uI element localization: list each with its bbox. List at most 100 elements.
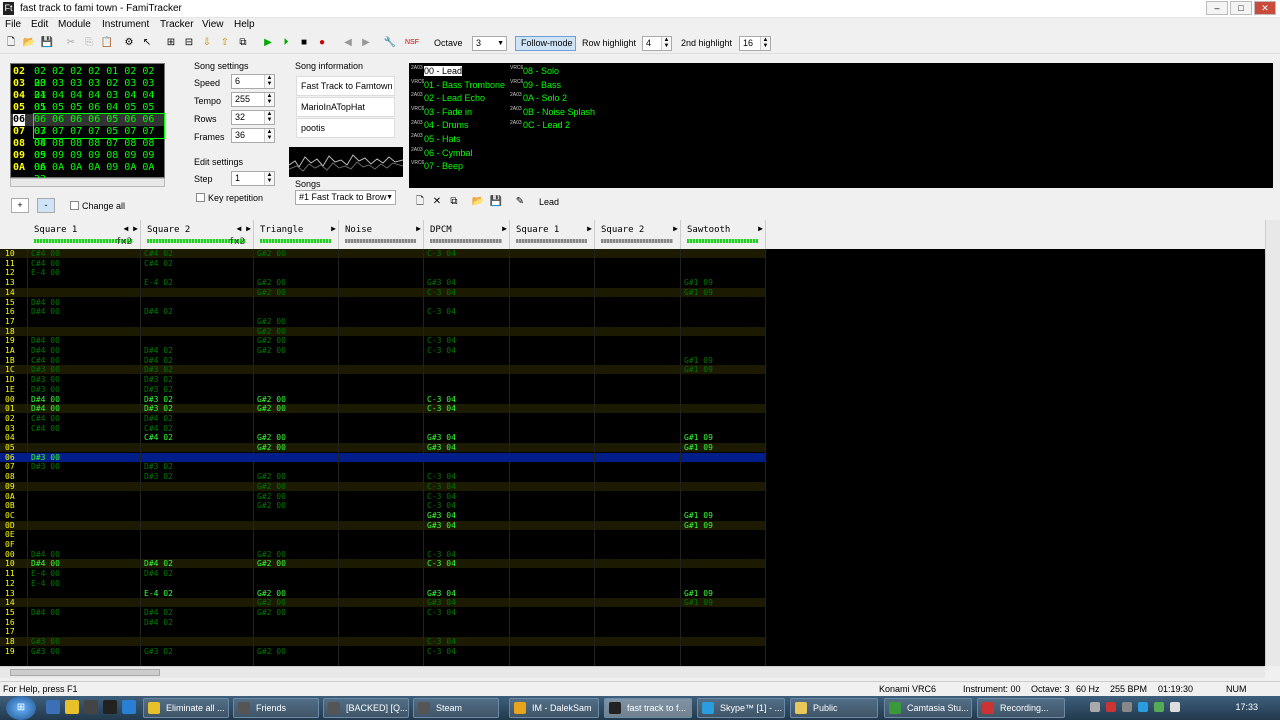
step-spinner[interactable]: 1 ▲ ▼ [231,171,275,186]
pattern-cell[interactable]: C-3 04 [427,501,456,510]
pattern-cell[interactable]: C-3 04 [427,608,456,617]
pattern-cell[interactable]: D#3 00 [31,453,60,462]
pattern-rows[interactable]: 10 C#4 00 C#4 02 G#2 00 C-3 04 11 C#4 00 C#4 02… [0,249,1265,666]
previous-song-icon[interactable]: ◀ [341,36,355,50]
pattern-row[interactable]: 1B C#4 00 D#4 02 G#1 09 [0,356,766,365]
channel-header-item[interactable]: Square 1 ◀ ▶ fx2 [28,220,141,249]
pattern-cell[interactable]: G#2 00 [257,346,286,355]
pattern-cell[interactable]: E-4 00 [31,579,60,588]
pattern-cell[interactable]: C-3 04 [427,472,456,481]
channel-header-item[interactable]: DPCM ▶ [424,220,510,249]
settings-icon[interactable]: 🔧 [383,36,397,50]
pattern-cell[interactable]: C#4 02 [144,424,173,433]
key-repetition-checkbox[interactable] [196,193,205,202]
taskbar-item[interactable]: Recording... [977,698,1065,718]
edit-instrument-icon[interactable]: ✎ [513,195,527,209]
expand-effects-icon[interactable]: ▶ [673,224,678,233]
pattern-cell[interactable]: G#2 00 [257,278,286,287]
instrument-item[interactable]: VRC609 - Bass [510,79,561,91]
frame-row[interactable]: 06 06 06 06 06 05 06 06 03 [11,113,165,139]
pattern-cell[interactable]: C-3 04 [427,637,456,646]
pattern-cell[interactable]: C-3 04 [427,395,456,404]
pattern-cell[interactable]: G#1 09 [684,598,713,607]
pattern-cell[interactable]: G#3 04 [427,589,456,598]
expand-effects-icon[interactable]: ◀ ▶ [124,224,138,233]
pattern-cell[interactable]: G#3 00 [31,647,60,656]
pattern-cell[interactable]: G#2 00 [257,559,286,568]
song-artist-field[interactable]: MarioInATopHat [296,97,395,117]
cut-icon[interactable]: ✂ [64,36,78,50]
frame-row[interactable]: 09 09 09 09 09 08 09 09 06 [11,150,164,173]
taskbar-item[interactable]: Friends [233,698,319,718]
pattern-cell[interactable]: D#3 02 [144,472,173,481]
load-instrument-icon[interactable]: 📂 [471,195,485,209]
instrument-name-field[interactable]: Lead [535,193,1273,211]
channel-header-item[interactable]: Square 2 ▶ [595,220,681,249]
pattern-cell[interactable]: G#3 04 [427,443,456,452]
pattern-cell[interactable]: G#1 09 [684,278,713,287]
pattern-cell[interactable]: G#2 00 [257,288,286,297]
add-frame-button[interactable]: + [11,198,29,213]
next-song-icon[interactable]: ▶ [359,36,373,50]
pattern-cell[interactable]: G#2 00 [257,589,286,598]
pattern-row[interactable]: 0C G#3 04 G#1 09 [0,511,766,520]
instrument-item[interactable]: VRC603 - Fade in [411,106,472,118]
pattern-cell[interactable]: D#3 00 [31,385,60,394]
tray-icon[interactable] [1154,702,1164,712]
pattern-cell[interactable]: C#4 00 [31,249,60,258]
pattern-row[interactable]: 14 G#2 00 C-3 04 G#1 09 [0,287,766,297]
pattern-row[interactable]: 0D G#3 04 G#1 09 [0,520,766,530]
pattern-cell[interactable]: G#2 00 [257,395,286,404]
pattern-cell[interactable]: D#4 00 [31,559,60,568]
pattern-row[interactable]: 00 D#4 00 G#2 00 C-3 04 [0,550,766,559]
expand-effects-icon[interactable]: ▶ [758,224,763,233]
follow-mode-toggle[interactable]: Follow-mode [515,36,576,51]
pattern-row[interactable]: 01 D#4 00 D#3 02 G#2 00 C-3 04 [0,404,766,414]
pattern-cell[interactable]: D#4 02 [144,356,173,365]
pattern-cell[interactable]: C#4 00 [31,424,60,433]
menu-help[interactable]: Help [234,19,255,30]
pattern-cell[interactable]: D#3 00 [31,462,60,471]
pattern-cell[interactable]: C#4 00 [31,414,60,423]
row-highlight-spinner[interactable]: 4 ▲ ▼ [642,36,672,51]
pattern-cell[interactable]: G#1 09 [684,589,713,598]
pattern-row[interactable]: 05 G#2 00 G#3 04 G#1 09 [0,443,766,452]
pattern-row[interactable]: 16 D#4 00 D#4 02 C-3 04 [0,307,766,316]
pattern-cell[interactable]: G#2 00 [257,327,286,336]
pattern-cell[interactable]: D#3 02 [144,404,173,413]
pattern-cell[interactable]: C-3 04 [427,307,456,316]
pattern-row[interactable]: 08 D#3 02 G#2 00 C-3 04 [0,472,766,481]
instrument-list[interactable]: 2A0300 - Lead VRC601 - Bass Trombone 2A030… [409,63,1273,188]
pattern-cell[interactable]: C#4 00 [31,356,60,365]
expand-effects-icon[interactable]: ▶ [331,224,336,233]
pattern-cell[interactable]: G#2 00 [257,482,286,491]
pattern-cell[interactable]: G#2 00 [257,404,286,413]
speed-spinner[interactable]: 6 ▲ ▼ [231,74,275,89]
pattern-cell[interactable]: G#2 00 [257,433,286,442]
pattern-row[interactable]: 10 C#4 00 C#4 02 G#2 00 C-3 04 [0,249,766,258]
pattern-row[interactable]: 12 E-4 00 [0,268,766,277]
channel-header-item[interactable]: Noise ▶ [339,220,424,249]
save-icon[interactable]: 💾 [40,36,54,50]
frame-row[interactable]: 07 07 07 07 07 05 07 07 04 [11,126,164,149]
channel-header-item[interactable]: Triangle ▶ [254,220,339,249]
pattern-cell[interactable]: D#4 02 [144,618,173,627]
frame-row[interactable]: 03 03 03 03 03 02 03 03 21 [11,78,164,101]
pattern-cell[interactable]: E-4 00 [31,268,60,277]
pattern-cell[interactable]: C-3 04 [427,404,456,413]
chrome-icon[interactable] [65,700,79,714]
pattern-cell[interactable]: G#2 00 [257,443,286,452]
frame-row[interactable]: 04 04 04 04 04 03 04 04 01 [11,90,164,113]
taskbar-item[interactable]: Public [790,698,878,718]
octave-select[interactable]: 3 ▼ [472,36,507,51]
spin-arrows-icon[interactable]: ▲ ▼ [264,172,274,185]
pattern-row[interactable]: 17 [0,627,766,636]
pattern-cell[interactable]: G#3 04 [427,511,456,520]
pattern-cell[interactable]: C-3 04 [427,249,456,258]
instrument-item[interactable]: 2A0300 - Lead [411,65,463,77]
instrument-item[interactable]: 2A0304 - Drums [411,119,469,131]
pattern-cell[interactable]: G#2 00 [257,501,286,510]
spin-arrows-icon[interactable]: ▲ ▼ [661,37,671,50]
pattern-cell[interactable]: C#4 02 [144,433,173,442]
expand-effects-icon[interactable]: ▶ [416,224,421,233]
